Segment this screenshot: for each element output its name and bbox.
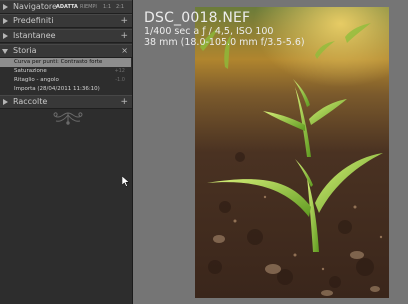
left-panel: Navigatore ADATTA RIEMPI 1:1 2:1 Predefi…	[0, 0, 133, 304]
snapshots-title: Istantanee	[13, 31, 56, 40]
presets-panel-header[interactable]: Predefiniti +	[0, 14, 132, 28]
photo-exposure: 1/400 sec a ƒ / 4,5, ISO 100	[144, 26, 274, 37]
add-snapshot-icon[interactable]: +	[120, 30, 128, 42]
history-item[interactable]: Ritaglio - angolo -1.0	[0, 76, 131, 85]
expand-triangle-icon[interactable]	[3, 99, 8, 105]
collections-panel-header[interactable]: Raccolte +	[0, 95, 132, 109]
panel-end-ornament-icon	[53, 112, 83, 125]
expand-triangle-icon[interactable]	[3, 18, 8, 24]
photo-filename: DSC_0018.NEF	[144, 10, 251, 26]
photo-preview[interactable]	[195, 7, 389, 298]
history-item[interactable]: Importa (28/04/2011 11:36:10)	[0, 85, 131, 94]
zoom-2-1-option[interactable]: 2:1	[116, 3, 124, 11]
history-title: Storia	[13, 46, 37, 55]
lightroom-develop-window: Navigatore ADATTA RIEMPI 1:1 2:1 Predefi…	[0, 0, 408, 304]
navigator-title: Navigatore	[13, 2, 57, 11]
zoom-1-1-option[interactable]: 1:1	[103, 3, 111, 11]
photo-info-overlay: DSC_0018.NEF 1/400 sec a ƒ / 4,5, ISO 10…	[144, 10, 305, 48]
history-item-value: +12	[114, 68, 125, 74]
zoom-fill-option[interactable]: RIEMPI	[80, 3, 97, 11]
history-panel-header[interactable]: Storia ×	[0, 44, 132, 58]
zoom-fit-option[interactable]: ADATTA	[56, 3, 78, 11]
history-item-label: Curva per punti: Contrasto forte	[14, 59, 103, 65]
history-item[interactable]: Curva per punti: Contrasto forte	[0, 58, 131, 67]
history-item-label: Saturazione	[14, 68, 47, 74]
presets-title: Predefiniti	[13, 16, 54, 25]
history-item-label: Ritaglio - angolo	[14, 77, 59, 83]
history-item-value: -1.0	[115, 77, 125, 83]
history-item-label: Importa (28/04/2011 11:36:10)	[14, 86, 100, 92]
expand-triangle-icon[interactable]	[3, 4, 8, 10]
navigator-panel-header[interactable]: Navigatore ADATTA RIEMPI 1:1 2:1	[0, 0, 132, 14]
collapse-triangle-icon[interactable]	[2, 49, 8, 54]
clear-history-icon[interactable]: ×	[121, 45, 128, 57]
expand-triangle-icon[interactable]	[3, 33, 8, 39]
photo-lens: 38 mm (18.0-105.0 mm f/3.5-5.6)	[144, 37, 305, 48]
add-collection-icon[interactable]: +	[120, 96, 128, 108]
snapshots-panel-header[interactable]: Istantanee +	[0, 29, 132, 43]
mouse-cursor-icon	[122, 176, 130, 187]
collections-title: Raccolte	[13, 97, 48, 106]
history-item[interactable]: Saturazione +12	[0, 67, 131, 76]
add-preset-icon[interactable]: +	[120, 15, 128, 27]
